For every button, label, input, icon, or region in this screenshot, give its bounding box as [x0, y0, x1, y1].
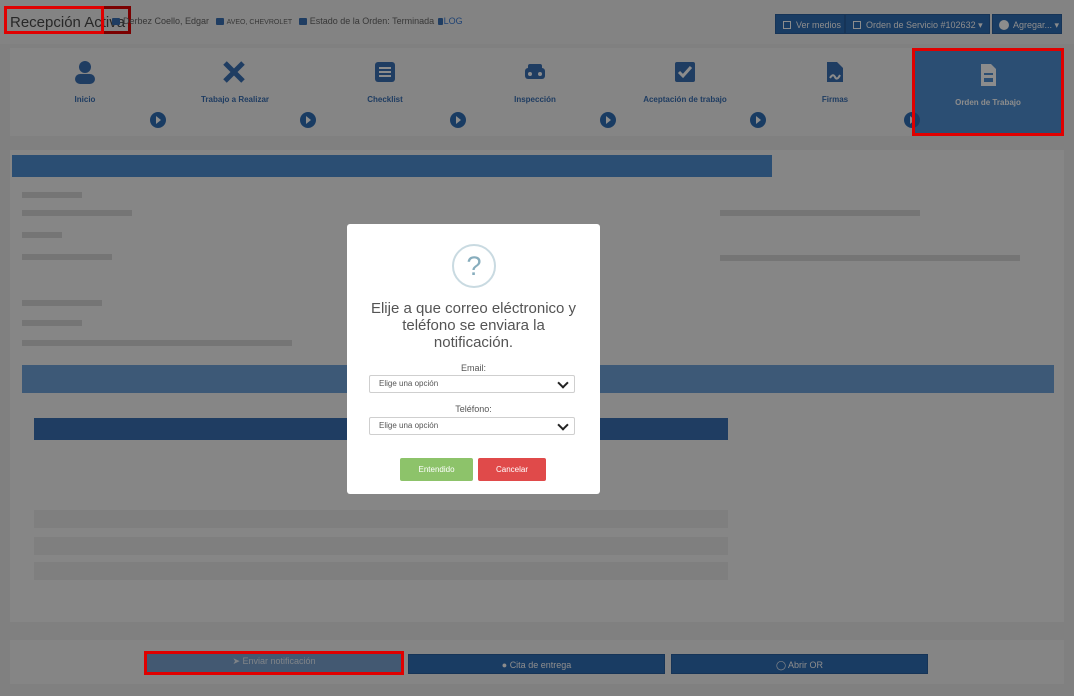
highlight-box — [144, 651, 404, 675]
highlight-box — [4, 6, 104, 34]
chevron-down-icon — [557, 419, 569, 431]
confirm-button[interactable]: Entendido — [400, 458, 473, 481]
chevron-down-icon — [557, 377, 569, 389]
cancel-button[interactable]: Cancelar — [478, 458, 546, 481]
highlight-box — [912, 48, 1064, 136]
question-icon: ? — [452, 244, 496, 288]
email-select[interactable]: Elige una opción — [369, 375, 575, 393]
phone-select[interactable]: Elige una opción — [369, 417, 575, 435]
email-label: Email: — [460, 363, 486, 373]
phone-label: Teléfono: — [455, 404, 492, 414]
dialog-title: Elije a que correo eléctronico y teléfon… — [370, 300, 577, 351]
notification-dialog: ? Elije a que correo eléctronico y teléf… — [347, 224, 600, 494]
